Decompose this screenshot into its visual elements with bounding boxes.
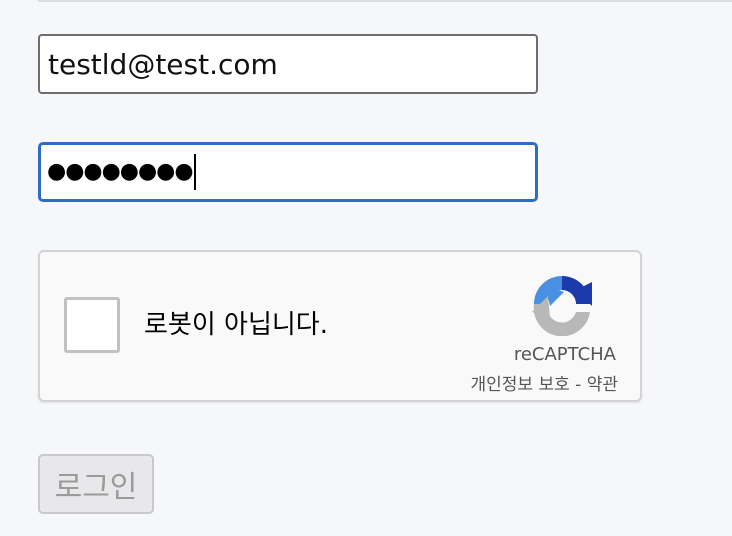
recaptcha-widget: 로봇이 아닙니다. reCAPTCHA 개인정보 보호 - 약관 bbox=[38, 250, 642, 402]
password-input[interactable]: ●●●●●●●● bbox=[38, 142, 538, 202]
recaptcha-links: 개인정보 보호 - 약관 bbox=[471, 370, 618, 395]
recaptcha-brand: reCAPTCHA bbox=[513, 344, 616, 365]
password-value: ●●●●●●●● bbox=[47, 159, 194, 184]
email-input[interactable] bbox=[38, 34, 538, 94]
privacy-link[interactable]: 개인정보 보호 bbox=[471, 375, 570, 395]
login-button[interactable]: 로그인 bbox=[38, 454, 154, 514]
recaptcha-label: 로봇이 아닙니다. bbox=[144, 310, 328, 340]
top-divider bbox=[38, 0, 732, 2]
recaptcha-checkbox[interactable] bbox=[64, 297, 120, 353]
recaptcha-logo-icon bbox=[532, 276, 592, 336]
links-separator: - bbox=[569, 375, 587, 395]
text-caret bbox=[193, 154, 196, 190]
terms-link[interactable]: 약관 bbox=[587, 375, 618, 395]
